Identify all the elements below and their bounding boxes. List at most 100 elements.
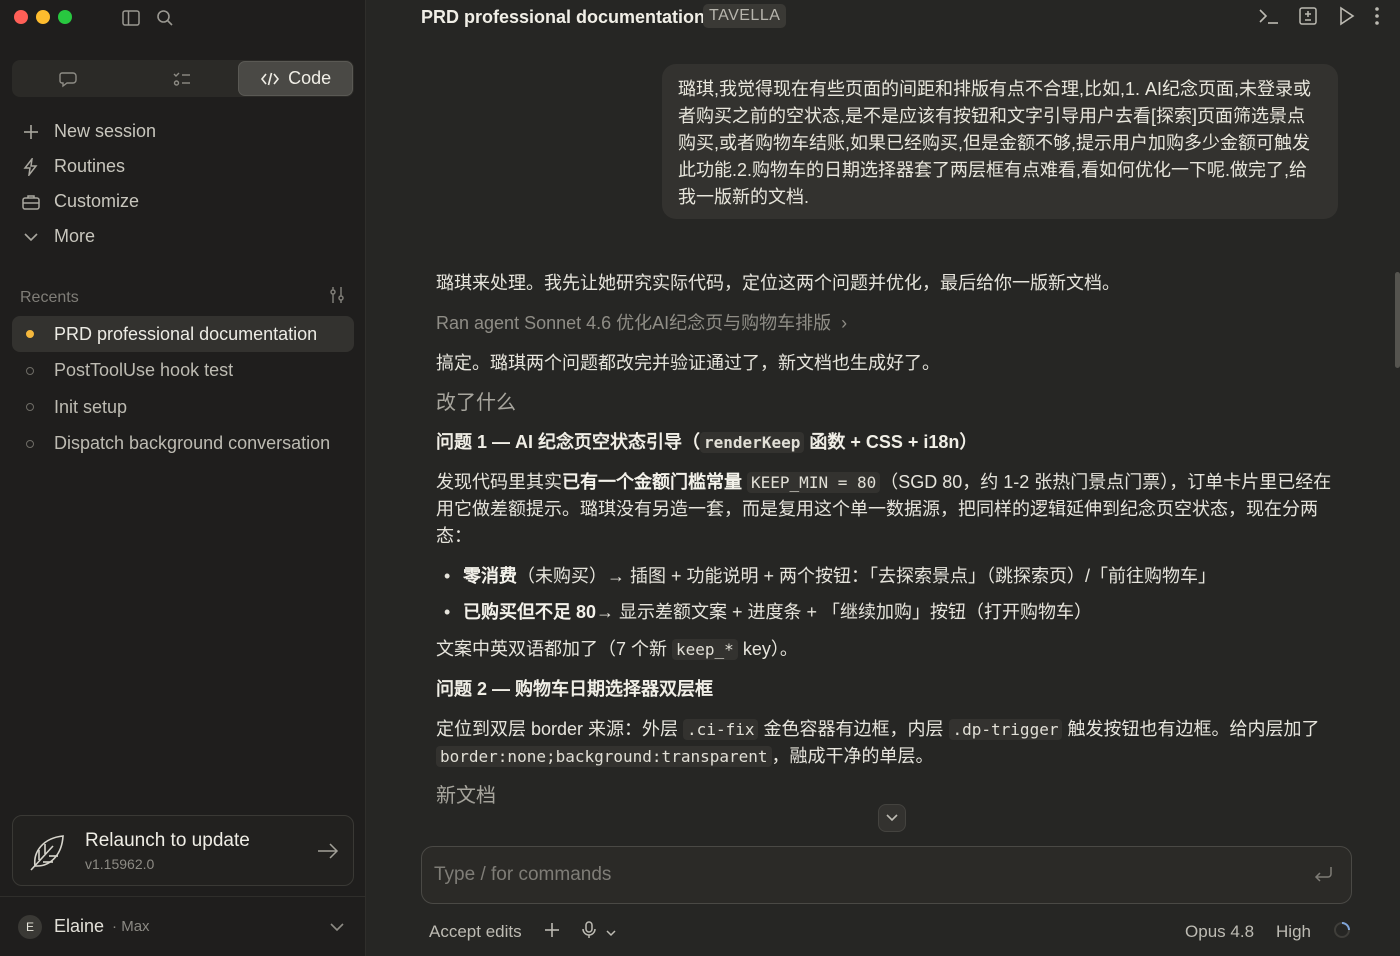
recent-session-item[interactable]: PostToolUse hook test bbox=[12, 353, 354, 389]
routines-button[interactable]: Routines bbox=[12, 149, 354, 184]
microphone-icon[interactable] bbox=[581, 920, 596, 944]
window-controls bbox=[14, 10, 72, 24]
mode-tasks-button[interactable] bbox=[126, 61, 239, 96]
list-item: 零消费（未购买）→ 插图 + 功能说明 + 两个按钮：「去探索景点」（跳探索页）… bbox=[436, 563, 1336, 590]
search-icon[interactable] bbox=[154, 7, 176, 29]
inline-code: KEEP_MIN = 80 bbox=[747, 472, 881, 493]
assistant-done: 搞定。璐琪两个问题都改完并验证通过了，新文档也生成好了。 bbox=[436, 353, 940, 373]
arrow-right-icon bbox=[318, 842, 339, 859]
accept-edits-toggle[interactable]: Accept edits bbox=[429, 922, 522, 942]
agent-run-link[interactable]: Ran agent Sonnet 4.6 优化AI纪念页与购物车排版 › bbox=[436, 310, 1336, 337]
recent-session-label: PRD professional documentation bbox=[54, 323, 318, 344]
recents-heading: Recents bbox=[20, 288, 79, 306]
chevron-down-icon[interactable] bbox=[606, 922, 616, 942]
account-menu[interactable]: E Elaine · Max bbox=[0, 896, 366, 956]
minimize-window-button[interactable] bbox=[36, 10, 50, 24]
briefcase-icon bbox=[22, 194, 40, 210]
chevron-down-icon bbox=[330, 922, 344, 931]
session-title: PRD professional documentation bbox=[421, 7, 706, 27]
new-session-button[interactable]: New session bbox=[12, 114, 354, 149]
section-heading: 改了什么 bbox=[436, 392, 516, 414]
i18n-paragraph: 文案中英双语都加了（7 个新 keep_* key）。 bbox=[436, 636, 1336, 663]
recent-session-item[interactable]: Init setup bbox=[12, 389, 354, 425]
issue1-heading: 问题 1 — AI 纪念页空状态引导（ renderKeep 函数 + CSS +… bbox=[436, 429, 1336, 456]
more-button[interactable]: More bbox=[12, 219, 354, 254]
strong-text: 已有一个金额门槛常量 bbox=[562, 472, 742, 492]
list-item: 已购买但不足 80→ 显示差额文案 + 进度条 + 「继续加购」按钮（打开购物车… bbox=[436, 599, 1336, 626]
text: （未购买）→ 插图 + 功能说明 + 两个按钮：「去探索景点」（跳探索页）/「前… bbox=[517, 566, 1217, 586]
play-icon[interactable] bbox=[1336, 6, 1356, 31]
inline-code: renderKeep bbox=[700, 432, 805, 453]
composer bbox=[421, 846, 1352, 904]
sidebar-nav: New session Routines Customize More bbox=[12, 114, 354, 254]
text: 发现代码里其实 bbox=[436, 472, 562, 492]
assistant-message: 璐琪来处理。我先让她研究实际代码，定位这两个问题并优化，最后给你一版新文档。 R… bbox=[436, 270, 1336, 822]
avatar: E bbox=[18, 914, 42, 939]
status-dot bbox=[26, 439, 34, 448]
mode-code-label: Code bbox=[288, 68, 332, 88]
nav-label: Customize bbox=[54, 191, 140, 211]
spinner-icon bbox=[1333, 921, 1351, 944]
issue1-title-post: 函数 + CSS + i18n） bbox=[804, 432, 978, 452]
active-status-dot bbox=[26, 330, 34, 338]
issue1-bullets: 零消费（未购买）→ 插图 + 功能说明 + 两个按钮：「去探索景点」（跳探索页）… bbox=[436, 563, 1336, 626]
model-selector[interactable]: Opus 4.8 bbox=[1185, 922, 1254, 942]
assistant-intro: 璐琪来处理。我先让她研究实际代码，定位这两个问题并优化，最后给你一版新文档。 bbox=[436, 273, 1120, 293]
chevron-right-icon: › bbox=[841, 313, 848, 333]
effort-selector[interactable]: High bbox=[1276, 922, 1311, 942]
user-name: Elaine bbox=[54, 916, 105, 936]
filter-icon[interactable] bbox=[328, 286, 346, 309]
relaunch-update-card[interactable]: Relaunch to update v1.15962.0 bbox=[12, 815, 354, 886]
text: 金色容器有边框，内层 bbox=[758, 719, 949, 739]
mode-switch: Code bbox=[12, 60, 354, 97]
update-title: Relaunch to update bbox=[85, 829, 250, 851]
bolt-icon bbox=[22, 157, 40, 176]
user-plan: · Max bbox=[112, 918, 150, 935]
nav-label: More bbox=[54, 226, 96, 246]
more-options-icon[interactable] bbox=[1374, 6, 1380, 31]
issue1-paragraph: 发现代码里其实已有一个金额门槛常量 KEEP_MIN = 80 （SGD 80，约… bbox=[436, 469, 1336, 550]
text: 触发按钮也有边框。给内层加了 bbox=[1062, 719, 1320, 739]
text: 文案中英双语都加了（7 个新 bbox=[436, 639, 673, 659]
prompt-input[interactable] bbox=[434, 847, 1294, 903]
recent-session-label: PostToolUse hook test bbox=[54, 360, 234, 380]
diff-icon[interactable] bbox=[1298, 6, 1318, 31]
nav-label: Routines bbox=[54, 156, 126, 176]
composer-toolbar: Accept edits Opus 4.8 High bbox=[429, 918, 1351, 946]
project-badge[interactable]: TAVELLA bbox=[703, 4, 787, 28]
chevron-down-icon bbox=[886, 814, 898, 822]
issue1-title-pre: 问题 1 — AI 纪念页空状态引导（ bbox=[436, 432, 701, 452]
user-message: 璐琪,我觉得现在有些页面的间距和排版有点不合理,比如,1. AI纪念页面,未登录… bbox=[662, 64, 1338, 219]
inline-code: keep_* bbox=[672, 639, 738, 660]
terminal-icon[interactable] bbox=[1258, 6, 1280, 31]
customize-button[interactable]: Customize bbox=[12, 184, 354, 219]
zoom-window-button[interactable] bbox=[58, 10, 72, 24]
leaf-icon bbox=[30, 834, 64, 871]
sidebar-toggle-icon[interactable] bbox=[120, 7, 142, 29]
text: → 显示差额文案 + 进度条 + 「继续加购」按钮（打开购物车） bbox=[596, 602, 1093, 622]
title-bar: PRD professional documentation TAVELLA bbox=[366, 0, 1400, 36]
mode-code-button[interactable]: Code bbox=[238, 61, 354, 96]
add-attachment-icon[interactable] bbox=[544, 922, 560, 943]
scroll-to-bottom-button[interactable] bbox=[878, 804, 906, 832]
recent-session-label: Dispatch background conversation bbox=[54, 433, 331, 453]
enter-icon[interactable] bbox=[1313, 865, 1333, 883]
sidebar: Code New session Routines Customize More… bbox=[0, 0, 366, 956]
text: 定位到双层 border 来源：外层 bbox=[436, 719, 684, 739]
agent-run-label: Ran agent Sonnet 4.6 优化AI纪念页与购物车排版 bbox=[436, 313, 832, 333]
recent-session-item[interactable]: Dispatch background conversation bbox=[12, 426, 354, 462]
scrollbar[interactable] bbox=[1395, 272, 1400, 368]
recent-session-item[interactable]: PRD professional documentation bbox=[12, 316, 354, 352]
plus-icon bbox=[22, 124, 40, 140]
inline-code: .ci-fix bbox=[683, 719, 759, 740]
nav-label: New session bbox=[54, 121, 157, 141]
status-dot bbox=[26, 366, 34, 375]
recents-list: PRD professional documentation PostToolU… bbox=[12, 316, 354, 462]
issue2-heading: 问题 2 — 购物车日期选择器双层框 bbox=[436, 679, 714, 699]
issue2-paragraph: 定位到双层 border 来源：外层 .ci-fix 金色容器有边框，内层 .d… bbox=[436, 716, 1336, 770]
mode-chat-button[interactable] bbox=[13, 61, 126, 96]
close-window-button[interactable] bbox=[14, 10, 28, 24]
code-icon bbox=[261, 72, 280, 85]
tasks-icon bbox=[173, 72, 190, 86]
strong-text: 零消费 bbox=[463, 566, 517, 586]
